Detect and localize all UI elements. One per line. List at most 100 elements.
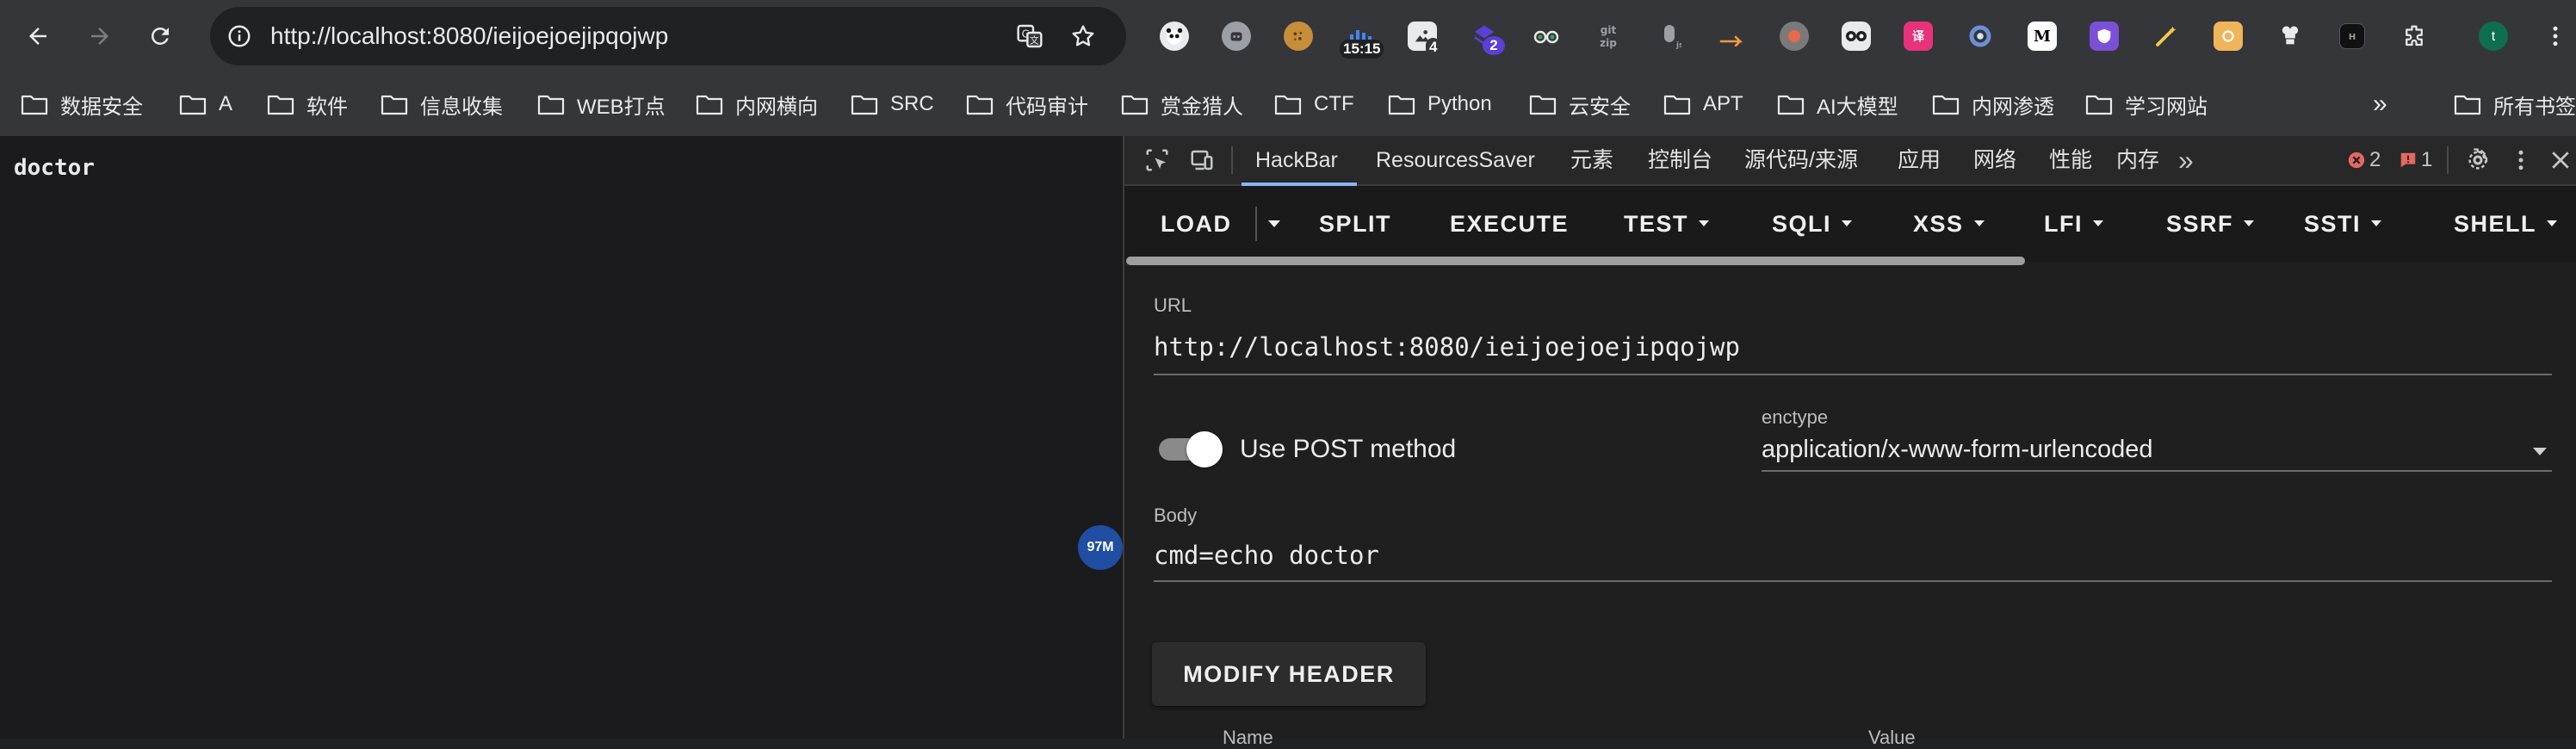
xss-menu[interactable]: XSS (1913, 205, 1985, 243)
split-button[interactable]: SPLIT (1319, 205, 1391, 243)
bookmark-folder[interactable]: A (179, 84, 232, 124)
caret-down-icon (1842, 220, 1853, 227)
bookmark-folder[interactable]: 赏金猎人 (1121, 84, 1243, 124)
tab-console[interactable]: 控制台 (1648, 136, 1712, 184)
profile-button[interactable]: t (2471, 14, 2516, 59)
bookmark-folder[interactable]: CTF (1274, 84, 1354, 124)
more-tabs-button[interactable]: » (2178, 136, 2194, 184)
extension-eyes[interactable] (1834, 14, 1879, 59)
lfi-menu[interactable]: LFI (2044, 205, 2103, 243)
extension-dark[interactable]: H (2330, 14, 2375, 59)
address-url[interactable]: http://localhost:8080/ieijoejoejipqojwp (270, 7, 668, 65)
extensions-menu-button[interactable] (2392, 14, 2437, 59)
bookmark-star-button[interactable] (1066, 19, 1100, 53)
extension-wand[interactable] (2144, 14, 2189, 59)
more-vertical-icon (2553, 26, 2558, 46)
page-viewport: doctor 97M (0, 136, 1123, 739)
error-counter[interactable]: 2 (2347, 136, 2381, 184)
bookmark-label: AI大模型 (1817, 95, 1898, 119)
tab-elements[interactable]: 元素 (1570, 136, 1613, 184)
bookmark-folder[interactable]: Python (1388, 84, 1492, 124)
issue-counter[interactable]: 1 (2399, 136, 2432, 184)
inspect-icon (1146, 149, 1168, 171)
extension-sun[interactable] (2206, 14, 2251, 59)
post-method-toggle[interactable] (1155, 428, 1224, 469)
dropdown-arrow-icon[interactable] (2533, 448, 2547, 455)
modify-header-button[interactable]: MODIFY HEADER (1152, 642, 1426, 706)
bookmark-folder[interactable]: 内网渗透 (1932, 84, 2054, 124)
extension-record[interactable] (1772, 14, 1817, 59)
bookmark-folder[interactable]: 云安全 (1529, 84, 1631, 124)
load-button[interactable]: LOAD (1161, 205, 1232, 243)
browser-toolbar: http://localhost:8080/ieijoejoejipqojwp … (0, 0, 2576, 72)
enctype-select[interactable]: application/x-www-form-urlencoded (1762, 436, 2153, 464)
extension-cookie[interactable] (1276, 14, 1321, 59)
bookmark-folder[interactable]: AI大模型 (1777, 84, 1898, 124)
extension-ring[interactable] (1958, 14, 2003, 59)
extension-glasses[interactable] (1524, 14, 1569, 59)
tab-memory[interactable]: 内存 (2116, 136, 2159, 184)
extension-arrow[interactable] (1710, 14, 1755, 59)
device-toolbar-button[interactable] (1186, 145, 1217, 176)
bookmark-folder[interactable]: 代码审计 (966, 84, 1088, 124)
bookmark-folder[interactable]: SRC (851, 84, 934, 124)
bookmark-folder[interactable]: 信息收集 (381, 84, 503, 124)
divider (2447, 146, 2449, 174)
bookmark-folder[interactable]: 软件 (267, 84, 348, 124)
bookmark-folder[interactable]: 数据安全 (21, 84, 143, 124)
extension-gitzip[interactable]: git zip (1586, 14, 1631, 59)
extension-photo[interactable]: 4 (1400, 14, 1445, 59)
close-devtools-button[interactable] (2545, 145, 2576, 176)
bookmark-folder[interactable]: WEB打点 (537, 84, 666, 124)
tab-hackbar[interactable]: HackBar (1255, 136, 1338, 184)
script-icon: js (1656, 22, 1685, 51)
svg-text:文: 文 (1030, 35, 1039, 46)
extension-medium[interactable]: M (2020, 14, 2065, 59)
tab-resourcessaver[interactable]: ResourcesSaver (1376, 136, 1535, 184)
ssti-menu[interactable]: SSTI (2304, 205, 2382, 243)
execute-button[interactable]: EXECUTE (1450, 205, 1569, 243)
back-button[interactable] (17, 15, 59, 57)
horizontal-scrollbar[interactable] (1126, 257, 2025, 265)
bookmark-label: 内网横向 (735, 95, 818, 119)
bookmark-label: 软件 (307, 95, 348, 119)
extension-js[interactable]: js (1648, 14, 1693, 59)
folder-icon (1663, 95, 1691, 115)
browser-menu-button[interactable] (2533, 14, 2576, 59)
svg-text:H: H (2349, 33, 2356, 42)
memory-badge[interactable]: 97M (1078, 525, 1123, 570)
devtools-settings-button[interactable] (2462, 145, 2493, 176)
translate-button[interactable]: G文 (1012, 19, 1047, 53)
tab-application[interactable]: 应用 (1898, 136, 1941, 184)
inspect-element-button[interactable] (1142, 145, 1173, 176)
site-info-button[interactable] (222, 19, 257, 53)
address-bar[interactable]: http://localhost:8080/ieijoejoejipqojwp … (210, 7, 1126, 65)
extension-chef[interactable] (2268, 14, 2313, 59)
extension-clock[interactable]: 15:15 (1338, 14, 1384, 59)
other-bookmarks-folder[interactable]: 所有书签 (2454, 84, 2576, 124)
bookmark-folder[interactable]: 内网横向 (696, 84, 818, 124)
clock-badge: 15:15 (1340, 40, 1384, 59)
more-bookmarks-button[interactable]: » (2373, 84, 2387, 124)
shell-menu[interactable]: SHELL (2454, 205, 2558, 243)
extension-translate[interactable]: 译 (1896, 14, 1941, 59)
reload-button[interactable] (139, 15, 181, 57)
sqli-menu[interactable]: SQLI (1772, 205, 1853, 243)
svg-text:zip: zip (1600, 37, 1617, 49)
bookmark-folder[interactable]: 学习网站 (2085, 84, 2208, 124)
url-input[interactable]: http://localhost:8080/ieijoejoejipqojwp (1154, 332, 1740, 362)
forward-button[interactable] (79, 15, 121, 57)
tab-network[interactable]: 网络 (1973, 136, 2016, 184)
extension-stack[interactable]: 2 (1462, 14, 1507, 59)
test-menu[interactable]: TEST (1624, 205, 1710, 243)
ssrf-menu[interactable]: SSRF (2166, 205, 2255, 243)
extension-robot[interactable] (1214, 14, 1259, 59)
load-options-button[interactable] (1262, 212, 1286, 236)
extension-panda[interactable] (1152, 14, 1197, 59)
devtools-menu-button[interactable] (2505, 145, 2536, 176)
extension-shield[interactable] (2082, 14, 2127, 59)
bookmark-folder[interactable]: APT (1663, 84, 1743, 124)
tab-performance[interactable]: 性能 (2049, 136, 2092, 184)
body-input[interactable]: cmd=echo doctor (1154, 541, 1379, 570)
tab-sources[interactable]: 源代码/来源 (1744, 136, 1858, 184)
